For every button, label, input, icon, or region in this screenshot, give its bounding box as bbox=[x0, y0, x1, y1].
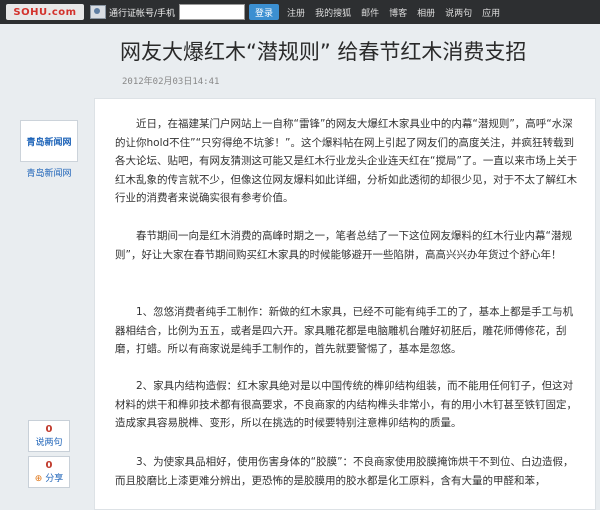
paragraph: 近日，在福建某门户网站上一自称“雷锋”的网友大爆红木家具业中的内幕“潜规则”，高… bbox=[115, 118, 578, 204]
passport-icon bbox=[90, 5, 106, 19]
passport-field[interactable]: 通行证帐号/手机 bbox=[90, 5, 175, 19]
share-label: 分享 bbox=[35, 471, 63, 484]
nav-apps[interactable]: 应用 bbox=[482, 6, 500, 19]
paragraph: 1、忽悠消费者纯手工制作：新做的红木家具，已经不可能有纯手工的了，基本上都是手工… bbox=[115, 306, 574, 355]
comment-button[interactable]: 0 说两句 bbox=[28, 420, 70, 452]
nav-register[interactable]: 注册 bbox=[287, 6, 305, 19]
article-title: 网友大爆红木“潜规则” 给春节红木消费支招 bbox=[120, 40, 527, 64]
share-count: 0 bbox=[45, 460, 53, 471]
article-body: 近日，在福建某门户网站上一自称“雷锋”的网友大爆红木家具业中的内幕“潜规则”，高… bbox=[94, 98, 596, 510]
paragraph: 2、家具内结构造假：红木家具绝对是以中国传统的榫卯结构组装，而不能用任何钉子，但… bbox=[115, 380, 577, 429]
paragraph: 春节期间一向是红木消费的高峰时期之一，笔者总结了一下这位网友爆料的红木行业内幕“… bbox=[115, 230, 572, 261]
login-button[interactable]: 登录 bbox=[249, 4, 280, 20]
source-logo: 青岛新闻网 bbox=[26, 137, 72, 148]
author-name[interactable]: 青岛新闻网 bbox=[20, 166, 78, 179]
nav-my-sohu[interactable]: 我的搜狐 bbox=[315, 6, 351, 19]
passport-label: 通行证帐号/手机 bbox=[109, 8, 176, 19]
top-nav: 注册 我的搜狐 邮件 博客 相册 说两句 应用 bbox=[287, 6, 500, 19]
article-date: 2012年02月03日14:41 bbox=[122, 77, 220, 87]
comment-count: 0 bbox=[45, 424, 53, 435]
nav-album[interactable]: 相册 bbox=[417, 6, 435, 19]
source-avatar[interactable]: 青岛新闻网 bbox=[20, 120, 78, 162]
sohu-logo[interactable]: SOHU.com bbox=[6, 4, 84, 20]
comment-label: 说两句 bbox=[35, 438, 63, 448]
nav-blog[interactable]: 博客 bbox=[389, 6, 407, 19]
paragraph: 3、为使家具品相好，使用伤害身体的“胶膜”：不良商家使用胶膜掩饰烘干不到位、白边… bbox=[115, 456, 574, 487]
nav-mail[interactable]: 邮件 bbox=[361, 6, 379, 19]
nav-comment[interactable]: 说两句 bbox=[445, 6, 472, 19]
share-button[interactable]: 0 分享 bbox=[28, 456, 70, 488]
password-input[interactable] bbox=[179, 4, 246, 20]
top-bar: SOHU.com 通行证帐号/手机 登录 注册 我的搜狐 邮件 博客 相册 说两… bbox=[0, 0, 600, 24]
